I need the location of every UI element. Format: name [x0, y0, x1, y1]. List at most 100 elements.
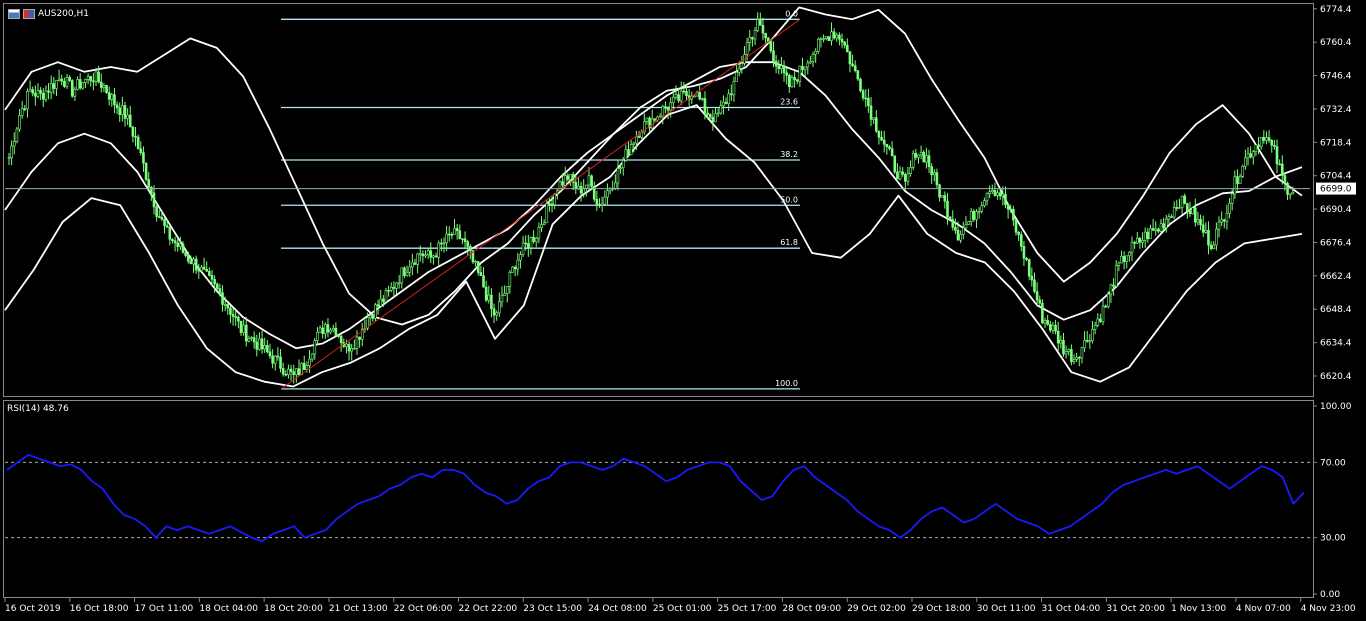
candle-body: [505, 286, 509, 294]
candle-body: [458, 230, 462, 239]
candle-body: [165, 225, 169, 228]
candle-body: [1093, 324, 1097, 330]
candle-body: [113, 94, 116, 106]
chart-frame: 0.023.638.250.061.8100.0 6699.0 6774.467…: [3, 3, 1356, 614]
candle-body: [495, 312, 498, 316]
time-tick-label: 25 Oct 01:00: [653, 604, 712, 614]
candle-body: [914, 153, 918, 158]
candle-body: [353, 348, 356, 350]
candle-body: [772, 50, 775, 62]
price-tick-label: 6634.4: [1320, 339, 1352, 349]
candle-body: [619, 167, 622, 170]
candle-body: [1014, 219, 1018, 233]
candle-body: [482, 275, 485, 288]
candle-body: [281, 368, 285, 375]
candle-body: [1164, 218, 1168, 229]
price-tick-label: 6662.4: [1320, 272, 1352, 282]
candle-body: [244, 324, 248, 342]
candle-body: [192, 258, 195, 265]
candle-body: [798, 65, 802, 82]
candle-body: [1114, 265, 1118, 287]
candle-body: [279, 356, 282, 369]
candle-body: [395, 282, 398, 289]
candle-body: [197, 269, 201, 272]
candle-body: [534, 237, 538, 242]
candle-body: [382, 298, 385, 303]
candle-body: [1220, 219, 1223, 223]
candle-body: [1056, 330, 1060, 344]
candle-body: [1259, 137, 1263, 148]
candle-body: [418, 253, 422, 256]
candle-body: [97, 71, 100, 83]
candle-body: [1280, 163, 1284, 176]
candle-body: [882, 139, 886, 145]
candle-body: [368, 315, 372, 318]
candle-body: [424, 254, 427, 257]
candle-body: [1241, 165, 1245, 177]
candle-body: [819, 38, 823, 40]
candle-body: [940, 195, 944, 198]
candle-body: [756, 19, 759, 31]
candle-body: [759, 19, 762, 26]
candle-body: [142, 152, 145, 164]
candle-body: [975, 211, 978, 220]
candle-body: [1138, 237, 1142, 243]
candle-body: [537, 227, 541, 239]
candle-body: [92, 80, 95, 83]
candle-body: [1265, 137, 1268, 141]
candle-body: [221, 292, 224, 305]
candle-body: [176, 242, 180, 247]
candle-body: [980, 205, 984, 212]
price-tick-label: 6760.4: [1320, 38, 1352, 48]
candle-body: [969, 211, 973, 222]
candle-body: [911, 153, 915, 168]
trend-line: [280, 18, 801, 390]
candle-body: [23, 108, 27, 110]
candle-body: [469, 246, 472, 251]
candle-body: [846, 44, 849, 52]
candle-body: [39, 90, 42, 94]
current-price-line: 6699.0: [5, 182, 1356, 195]
candle-body: [621, 160, 625, 169]
candle-body: [318, 327, 322, 333]
candle-body: [714, 113, 717, 123]
candle-body: [12, 141, 16, 147]
candle-body: [513, 266, 517, 270]
candle-body: [840, 39, 844, 43]
candle-body: [284, 373, 288, 376]
candle-body: [1064, 351, 1068, 355]
candle-body: [1283, 175, 1287, 184]
candle-body: [1201, 224, 1205, 233]
candle-body: [455, 228, 459, 232]
candle-body: [1027, 259, 1031, 277]
candle-body: [84, 79, 87, 83]
fib-trend-line: [280, 18, 801, 390]
candle-body: [616, 168, 620, 184]
candle-body: [429, 250, 433, 258]
candle-body: [595, 198, 599, 205]
candle-body: [194, 258, 198, 271]
candle-body: [901, 171, 904, 175]
candle-body: [679, 90, 683, 102]
candle-body: [1091, 328, 1094, 342]
candle-body: [983, 200, 986, 206]
candle-body: [49, 83, 53, 93]
candle-body: [1238, 176, 1242, 184]
candle-body: [223, 304, 227, 306]
candle-body: [268, 351, 272, 357]
candle-body: [740, 63, 744, 69]
candle-body: [36, 90, 40, 97]
candle-body: [985, 193, 989, 202]
candle-body: [548, 203, 551, 205]
candle-body: [276, 355, 280, 358]
candle-body: [1273, 144, 1276, 147]
candle-body: [1009, 208, 1013, 211]
time-tick-label: 31 Oct 04:00: [1042, 604, 1101, 614]
candle-body: [674, 94, 678, 98]
candle-body: [1172, 207, 1176, 218]
candle-body: [529, 237, 533, 249]
candle-body: [585, 184, 588, 189]
price-tick-label: 6746.4: [1320, 72, 1352, 82]
candle-body: [885, 143, 889, 148]
candle-body: [909, 167, 912, 174]
